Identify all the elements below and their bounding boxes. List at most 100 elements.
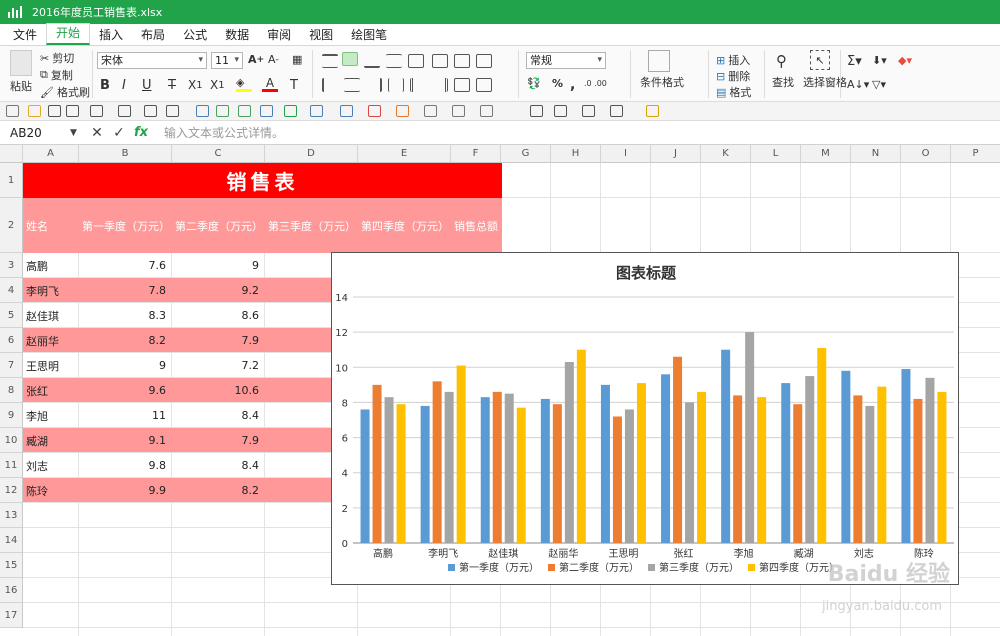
column-header[interactable]: M xyxy=(801,145,851,163)
menu-item[interactable]: 布局 xyxy=(132,25,174,45)
comma-style-icon[interactable]: , xyxy=(570,77,575,93)
insert-cells-button[interactable]: ⊞ 插入 xyxy=(716,52,750,68)
border-icon[interactable]: ▦ xyxy=(292,53,302,66)
picture-icon[interactable] xyxy=(238,105,251,117)
merge-cells-icon[interactable] xyxy=(408,54,424,68)
font-size-select[interactable]: 11 xyxy=(211,52,243,69)
row-header[interactable]: 7 xyxy=(0,353,23,378)
grow-font-button[interactable]: A + xyxy=(248,53,264,66)
format-painter-button[interactable]: 🖌 格式刷 xyxy=(40,84,90,100)
align-middle-icon[interactable] xyxy=(342,52,358,66)
shape-icon[interactable] xyxy=(260,105,273,117)
column-header[interactable]: F xyxy=(451,145,501,163)
row-header[interactable]: 8 xyxy=(0,378,23,403)
name-cell[interactable]: 李旭 xyxy=(23,403,79,428)
name-cell[interactable]: 臧湖 xyxy=(23,428,79,453)
q1-cell[interactable]: 8.3 xyxy=(79,303,172,328)
q1-cell[interactable]: 11 xyxy=(79,403,172,428)
distributed-icon[interactable] xyxy=(454,78,470,92)
outdent-icon[interactable] xyxy=(432,78,448,92)
row-header[interactable]: 10 xyxy=(0,428,23,453)
q2-cell[interactable]: 8.4 xyxy=(172,403,265,428)
row-header[interactable]: 6 xyxy=(0,328,23,353)
menu-item[interactable]: 数据 xyxy=(216,25,258,45)
chart-other-icon[interactable] xyxy=(480,105,493,117)
chart[interactable]: 图表标题 0 2 4 6 8 10 12 14 高鹏 李明飞 赵佳琪 赵丽华 王思明 张红 李旭 臧湖 刘志 陈玲第… xyxy=(331,252,959,585)
redo-icon[interactable] xyxy=(66,105,79,117)
fill-icon[interactable]: ⬇▾ xyxy=(872,54,887,67)
name-cell[interactable]: 陈玲 xyxy=(23,478,79,503)
image-icon[interactable] xyxy=(216,105,229,117)
row-header[interactable]: 4 xyxy=(0,278,23,303)
spreadsheet-grid[interactable]: ABCDEFGHIJKLMNOP 1 2 3 4 5 6 7 8 9 10 11 12 13 14 15 16… xyxy=(0,145,1000,636)
q1-cell[interactable]: 9.8 xyxy=(79,453,172,478)
menu-item[interactable]: 审阅 xyxy=(258,25,300,45)
save-icon[interactable] xyxy=(90,105,103,117)
q2-cell[interactable]: 7.9 xyxy=(172,428,265,453)
name-cell[interactable]: 赵丽华 xyxy=(23,328,79,353)
menu-item[interactable]: 公式 xyxy=(174,25,216,45)
column-header[interactable]: C xyxy=(172,145,265,163)
align-right-icon[interactable] xyxy=(366,78,382,92)
delete-cells-button[interactable]: ⊟ 删除 xyxy=(716,68,750,84)
open-icon[interactable] xyxy=(28,105,41,117)
undo-icon[interactable] xyxy=(48,105,61,117)
row-header[interactable]: 16 xyxy=(0,578,23,603)
justify-icon[interactable] xyxy=(388,78,404,92)
email-icon[interactable] xyxy=(118,105,131,117)
shrink-font-button[interactable]: A- xyxy=(268,53,279,66)
cut-button[interactable]: ✂ 剪切 xyxy=(40,50,74,66)
header-cell[interactable]: 姓名 xyxy=(26,198,79,253)
column-header[interactable]: O xyxy=(901,145,951,163)
pointer-icon[interactable] xyxy=(166,105,179,117)
header-cell[interactable]: 第三季度（万元） xyxy=(268,198,358,253)
chart-pie-icon[interactable] xyxy=(396,105,409,117)
paste-icon[interactable] xyxy=(10,50,32,76)
column-header[interactable]: H xyxy=(551,145,601,163)
q2-cell[interactable]: 9 xyxy=(172,253,265,278)
chart-area-icon[interactable] xyxy=(452,105,465,117)
strikethrough-button[interactable]: T xyxy=(168,78,176,93)
conditional-format-icon[interactable] xyxy=(648,50,670,72)
table-icon[interactable] xyxy=(196,105,209,117)
row-header[interactable]: 14 xyxy=(0,528,23,553)
name-cell[interactable]: 王思明 xyxy=(23,353,79,378)
fx-icon[interactable]: fx xyxy=(130,125,152,140)
q2-cell[interactable]: 8.4 xyxy=(172,453,265,478)
name-cell[interactable]: 张红 xyxy=(23,378,79,403)
center-across-icon[interactable] xyxy=(476,78,492,92)
name-cell[interactable]: 高鹏 xyxy=(23,253,79,278)
underline-button[interactable]: U xyxy=(142,78,152,93)
conditional-format-button[interactable]: 条件格式 xyxy=(640,74,684,90)
column-header[interactable]: A xyxy=(23,145,79,163)
orientation-icon[interactable] xyxy=(454,54,470,68)
bold-button[interactable]: B xyxy=(100,78,110,93)
table-format-icon[interactable] xyxy=(476,54,492,68)
row-header[interactable]: 3 xyxy=(0,253,23,278)
new-file-icon[interactable] xyxy=(6,105,19,117)
menu-item[interactable]: 视图 xyxy=(300,25,342,45)
q2-cell[interactable]: 7.9 xyxy=(172,328,265,353)
copy-button[interactable]: ⧉ 复制 xyxy=(40,67,73,83)
formula-input[interactable]: 输入文本或公式详情。 xyxy=(164,124,284,141)
q2-cell[interactable]: 8.2 xyxy=(172,478,265,503)
header-footer-icon[interactable] xyxy=(582,105,595,117)
confirm-icon[interactable]: ✓ xyxy=(108,125,130,141)
chart-line-icon[interactable] xyxy=(368,105,381,117)
eraser-icon[interactable]: ◆▾ xyxy=(898,54,912,67)
name-box-dropdown-icon[interactable]: ▼ xyxy=(70,128,86,138)
paste-button[interactable]: 粘贴 xyxy=(10,78,32,94)
column-header[interactable]: L xyxy=(751,145,801,163)
column-header[interactable]: P xyxy=(951,145,1000,163)
q2-cell[interactable]: 7.2 xyxy=(172,353,265,378)
column-header[interactable]: K xyxy=(701,145,751,163)
column-header[interactable]: B xyxy=(79,145,172,163)
clear-format-icon[interactable]: T xyxy=(290,78,298,93)
chart-scatter-icon[interactable] xyxy=(424,105,437,117)
column-header[interactable]: D xyxy=(265,145,358,163)
subscript-button[interactable]: X1 xyxy=(188,78,203,92)
sheet-title-cell[interactable]: 销售表 xyxy=(23,163,502,198)
menu-item[interactable]: 插入 xyxy=(90,25,132,45)
q2-cell[interactable]: 9.2 xyxy=(172,278,265,303)
name-box[interactable]: AB20 xyxy=(0,126,70,140)
